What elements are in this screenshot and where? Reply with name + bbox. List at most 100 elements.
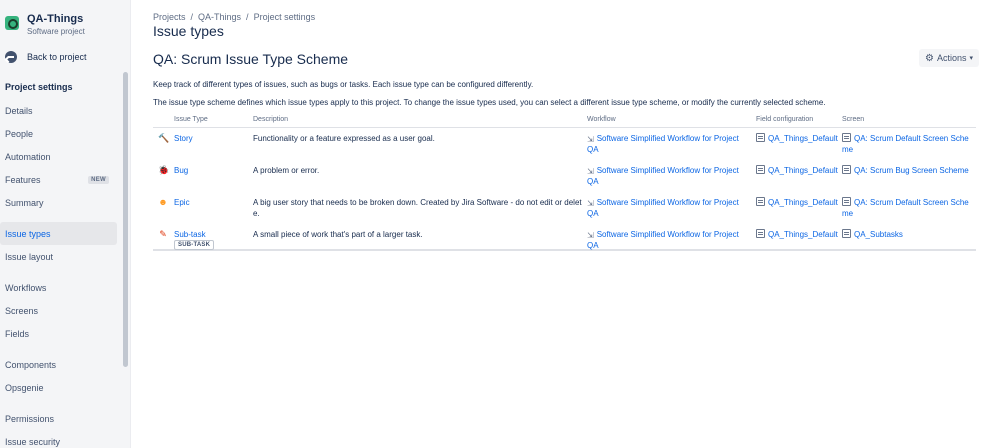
workflow-icon: ⇲ xyxy=(587,231,594,240)
project-header[interactable]: QA-Things Software project xyxy=(0,0,130,44)
workflow-link[interactable]: ⇲ Software Simplified Workflow for Projec… xyxy=(587,197,751,219)
document-icon xyxy=(842,229,851,238)
workflow-icon: ⇲ xyxy=(587,199,594,208)
screen-link-text: QA: Scrum Default Screen Scheme xyxy=(842,134,969,154)
workflow-icon: ⇲ xyxy=(587,135,594,144)
project-name: QA-Things xyxy=(27,13,84,25)
sidebar-item-label: Issue types xyxy=(5,228,51,239)
issue-type-name[interactable]: Epic xyxy=(174,197,190,208)
sidebar-item-label: Summary xyxy=(5,197,44,208)
chevron-down-icon: ▾ xyxy=(969,55,973,62)
sidebar-item-label: Issue layout xyxy=(5,251,54,262)
sidebar-item-summary[interactable]: Summary xyxy=(0,191,117,214)
issue-type-description: A problem or error. xyxy=(253,166,320,175)
issue-type-description: A small piece of work that's part of a l… xyxy=(253,230,423,239)
sidebar-item-people[interactable]: People xyxy=(0,122,117,145)
epic-icon: ☻ xyxy=(158,197,168,207)
header-workflow: Workflow xyxy=(587,116,616,123)
breadcrumb-project-settings[interactable]: Project settings xyxy=(254,12,316,22)
field-config-text: QA_Things_Default xyxy=(768,166,838,175)
workflow-link-text: Software Simplified Workflow for Project… xyxy=(587,134,739,154)
issue-type-description: Functionality or a feature expressed as … xyxy=(253,134,435,143)
sidebar-item-label: Screens xyxy=(5,305,39,316)
screen-link[interactable]: QA: Scrum Default Screen Scheme xyxy=(842,133,974,155)
field-config-text: QA_Things_Default xyxy=(768,230,838,239)
field-config-text: QA_Things_Default xyxy=(768,198,838,207)
workflow-link[interactable]: ⇲ Software Simplified Workflow for Projec… xyxy=(587,133,751,155)
breadcrumb-projects[interactable]: Projects xyxy=(153,12,186,22)
scheme-description-text: The issue type scheme defines which issu… xyxy=(153,98,826,107)
sidebar-item-components[interactable]: Components xyxy=(0,353,117,376)
sidebar-item-permissions[interactable]: Permissions xyxy=(0,407,117,430)
table-row: ☻ Epic A big user story that needs to be… xyxy=(153,192,976,224)
header-screen: Screen xyxy=(842,116,865,123)
sidebar-item-label: Fields xyxy=(5,328,30,339)
sidebar-item-label: Issue security xyxy=(5,436,61,447)
new-badge: NEW xyxy=(88,175,109,184)
breadcrumb-project[interactable]: QA-Things xyxy=(198,12,241,22)
sidebar-item-issue-types[interactable]: Issue types xyxy=(0,222,117,245)
screen-link-text: QA: Scrum Default Screen Scheme xyxy=(842,198,969,218)
back-to-project-link[interactable]: Back to project xyxy=(0,44,130,70)
issue-types-table: Issue Type Description Workflow Field co… xyxy=(153,114,976,251)
bug-icon: 🐞 xyxy=(158,165,170,175)
screen-link-text: QA: Scrum Bug Screen Scheme xyxy=(854,166,969,175)
workflow-icon: ⇲ xyxy=(587,167,594,176)
settings-nav: Project settings Details People Automati… xyxy=(0,75,122,448)
sidebar-item-label: Workflows xyxy=(5,282,47,293)
field-config-text: QA_Things_Default xyxy=(768,134,838,143)
header-issue-type: Issue Type xyxy=(174,116,208,123)
workflow-link[interactable]: ⇲ Software Simplified Workflow for Projec… xyxy=(587,229,751,251)
actions-button[interactable]: ⚙ Actions ▾ xyxy=(919,49,979,67)
back-to-project-label: Back to project xyxy=(27,52,87,62)
issue-type-name[interactable]: Story xyxy=(174,133,193,144)
sidebar-item-issue-security[interactable]: Issue security xyxy=(0,430,117,448)
table-row: 🐞 Bug A problem or error. ⇲ Software Simp… xyxy=(153,160,976,192)
field-config-link[interactable]: QA_Things_Default xyxy=(756,133,838,144)
document-icon xyxy=(756,229,765,238)
screen-link[interactable]: QA_Subtasks xyxy=(842,229,974,240)
sidebar-item-issue-layout[interactable]: Issue layout xyxy=(0,245,117,268)
sidebar-item-label: Permissions xyxy=(5,413,55,424)
document-icon xyxy=(842,165,851,174)
field-config-link[interactable]: QA_Things_Default xyxy=(756,197,838,208)
workflow-link-text: Software Simplified Workflow for Project… xyxy=(587,230,739,250)
sidebar-item-label: Details xyxy=(5,105,33,116)
sidebar-item-fields[interactable]: Fields xyxy=(0,322,117,345)
nav-heading: Project settings xyxy=(5,82,73,92)
workflow-link-text: Software Simplified Workflow for Project… xyxy=(587,198,739,218)
field-config-link[interactable]: QA_Things_Default xyxy=(756,229,838,240)
page-title: Issue types xyxy=(153,23,224,39)
table-header: Issue Type Description Workflow Field co… xyxy=(153,114,976,128)
sidebar-item-automation[interactable]: Automation xyxy=(0,145,117,168)
sidebar-item-label: Opsgenie xyxy=(5,382,44,393)
description-text: Keep track of different types of issues,… xyxy=(153,80,534,89)
sidebar-scrollbar[interactable] xyxy=(123,72,128,367)
actions-label: Actions xyxy=(936,53,967,63)
issue-type-name[interactable]: Sub-task xyxy=(174,229,206,240)
sidebar-item-features[interactable]: Features NEW xyxy=(0,168,117,191)
breadcrumb: Projects / QA-Things / Project settings xyxy=(153,12,316,22)
screen-link[interactable]: QA: Scrum Default Screen Scheme xyxy=(842,197,974,219)
sidebar-item-label: Automation xyxy=(5,151,51,162)
field-config-link[interactable]: QA_Things_Default xyxy=(756,165,838,176)
workflow-link[interactable]: ⇲ Software Simplified Workflow for Projec… xyxy=(587,165,751,187)
sidebar-item-screens[interactable]: Screens xyxy=(0,299,117,322)
table-row: 🔨 Story Functionality or a feature expre… xyxy=(153,128,976,160)
sidebar-item-workflows[interactable]: Workflows xyxy=(0,276,117,299)
story-icon: 🔨 xyxy=(158,133,170,143)
issue-type-description: A big user story that needs to be broken… xyxy=(253,198,582,218)
scheme-title: QA: Scrum Issue Type Scheme xyxy=(153,51,349,67)
sidebar-item-label: Features xyxy=(5,174,41,185)
sidebar-item-opsgenie[interactable]: Opsgenie xyxy=(0,376,117,399)
sidebar-item-details[interactable]: Details xyxy=(0,99,117,122)
subtask-icon: ✎ xyxy=(159,229,167,239)
sidebar-item-label: Components xyxy=(5,359,57,370)
screen-link-text: QA_Subtasks xyxy=(854,230,903,239)
table-row: ✎ Sub-task SUB-TASK A small piece of wor… xyxy=(153,224,976,251)
screen-link[interactable]: QA: Scrum Bug Screen Scheme xyxy=(842,165,974,176)
document-icon xyxy=(756,133,765,142)
issue-type-name[interactable]: Bug xyxy=(174,165,188,176)
subtask-badge: SUB-TASK xyxy=(174,240,215,250)
header-description: Description xyxy=(253,116,289,123)
